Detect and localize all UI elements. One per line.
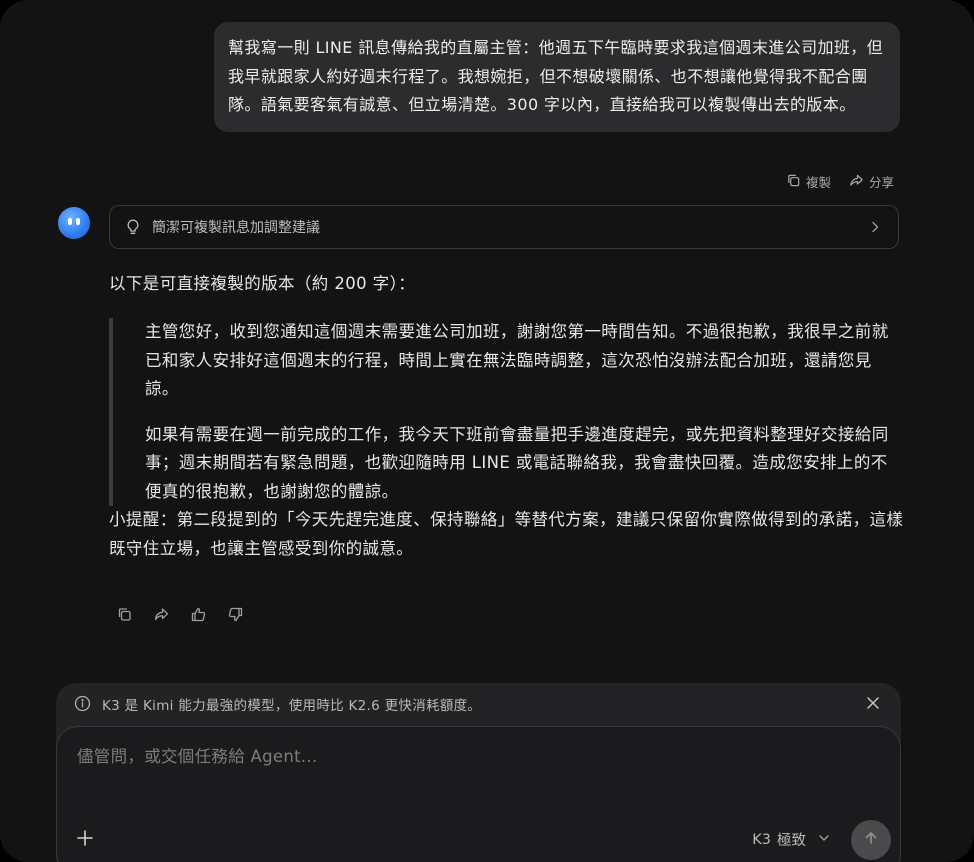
close-icon[interactable] (865, 695, 881, 711)
chevron-down-icon (812, 832, 830, 848)
message-draft-blockquote: 主管您好，收到您通知這個週末需要進公司加班，謝謝您第一時間告知。不過很抱歉，我很… (109, 318, 889, 506)
info-icon (74, 695, 91, 712)
draft-paragraph-2: 如果有需要在週一前完成的工作，我今天下班前會盡量把手邊進度趕完，或先把資料整理好… (145, 424, 889, 501)
share-icon (849, 173, 864, 191)
answer-intro: 以下是可直接複製的版本（約 200 字）： (109, 274, 416, 293)
copy-response-icon[interactable] (116, 606, 133, 623)
chevron-right-icon (868, 220, 882, 234)
send-arrow-icon (863, 830, 879, 850)
model-notice-text: K3 是 Kimi 能力最強的模型，使用時比 K2.6 更快消耗額度。 (102, 698, 482, 714)
model-mode-label: 極致 (777, 833, 806, 849)
share-message-button[interactable]: 分享 (849, 172, 894, 191)
send-button[interactable] (851, 820, 891, 860)
plus-icon[interactable] (75, 828, 95, 848)
thumbs-down-icon[interactable] (227, 606, 244, 623)
chat-input[interactable]: 儘管問，或交個任務給 Agent... (77, 743, 318, 767)
model-selector[interactable]: K3 極致 (752, 829, 830, 850)
model-label: K3 (752, 831, 771, 848)
thinking-summary-label: 簡潔可複製訊息加調整建議 (152, 220, 320, 236)
thumbs-up-icon[interactable] (190, 606, 207, 623)
copy-icon (786, 173, 801, 191)
message-composer: 儘管問，或交個任務給 Agent... K3 極致 (56, 726, 901, 862)
answer-tip: 小提醒：第二段提到的「今天先趕完進度、保持聯絡」等替代方案，建議只保留你實際做得… (109, 510, 904, 558)
user-message-bubble: 幫我寫一則 LINE 訊息傳給我的直屬主管：他週五下午臨時要求我這個週末進公司加… (214, 22, 900, 132)
thinking-summary-toggle[interactable]: 簡潔可複製訊息加調整建議 (109, 205, 899, 249)
draft-paragraph-1: 主管您好，收到您通知這個週末需要進公司加班，謝謝您第一時間告知。不過很抱歉，我很… (145, 322, 889, 398)
chat-window: 幫我寫一則 LINE 訊息傳給我的直屬主管：他週五下午臨時要求我這個週末進公司加… (0, 0, 974, 862)
assistant-avatar (58, 207, 90, 239)
share-response-icon[interactable] (153, 606, 170, 623)
user-message-actions: 複製 分享 (786, 172, 894, 191)
assistant-answer: 以下是可直接複製的版本（約 200 字）： 主管您好，收到您通知這個週末需要進公… (109, 270, 909, 563)
copy-message-button[interactable]: 複製 (786, 172, 831, 191)
response-actions (116, 606, 244, 623)
share-label: 分享 (868, 175, 894, 190)
lightbulb-icon (124, 218, 142, 236)
copy-label: 複製 (805, 175, 831, 190)
